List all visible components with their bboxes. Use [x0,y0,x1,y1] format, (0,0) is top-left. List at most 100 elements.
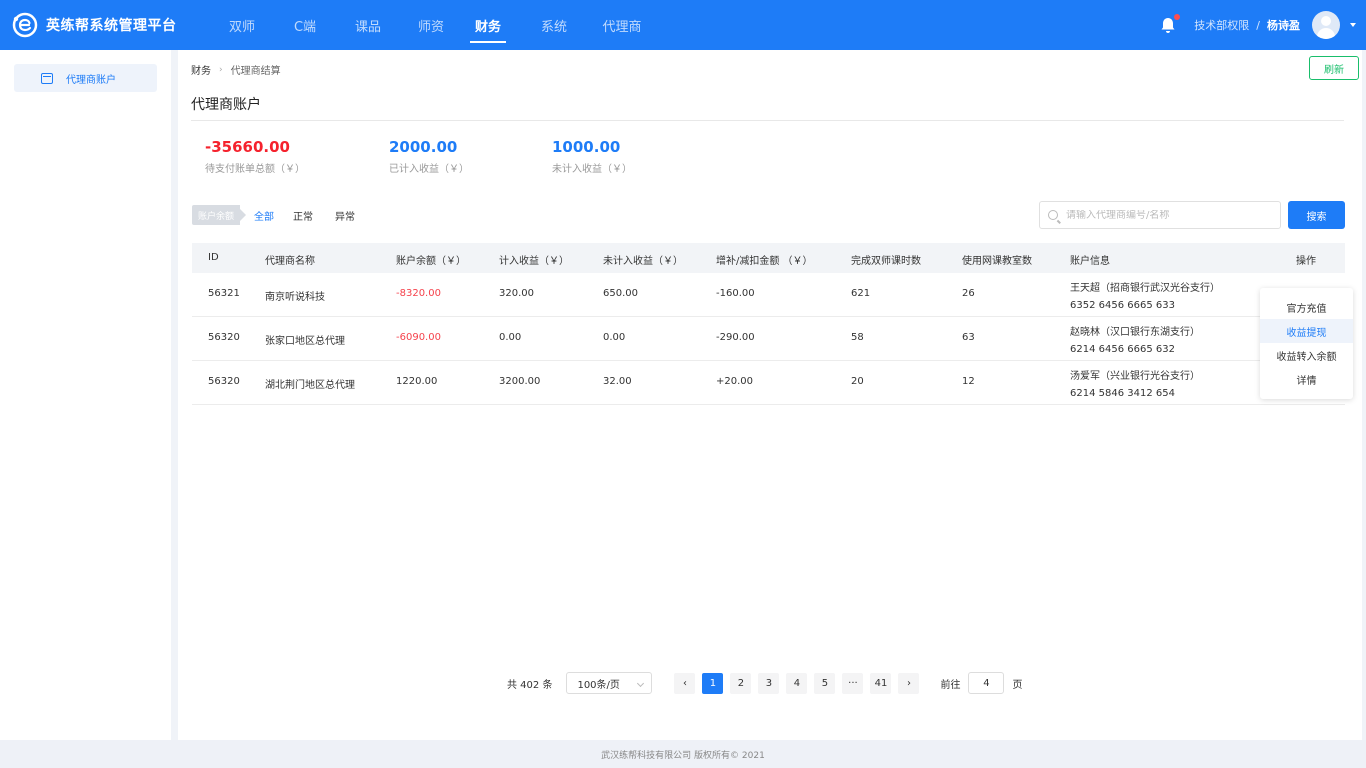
cell-hours: 621 [851,288,871,299]
nav-item-finance[interactable]: 财务 [468,0,508,50]
row-action-menu: 官方充值 收益提现 收益转入余额 详情 [1260,288,1353,399]
col-adjust: 增补/减扣金额 （￥） [716,256,813,267]
page-title: 代理商账户 [191,97,261,113]
avatar-head [1321,16,1331,26]
main-nav: 双师 C端 课品 师资 财务 系统 代理商 [216,0,646,50]
avatar-body [1317,28,1335,39]
avatar[interactable] [1312,11,1340,39]
nav-item-c-end[interactable]: C端 [279,0,331,50]
footer: 武汉练帮科技有限公司 版权所有© 2021 [0,740,1366,768]
stat-unrecorded-income: 1000.00 未计入收益（￥） [552,138,632,175]
cell-name: 张家口地区总代理 [265,336,345,347]
stat-label: 待支付账单总额（￥） [205,164,305,175]
cell-account-info: 赵晓林（汉口银行东湖支行） 6214 6456 6665 632 [1070,324,1200,358]
sidebar-item-agent-account[interactable]: 代理商账户 [14,64,157,92]
header-separator: / [1256,18,1260,32]
col-pending: 未计入收益（￥） [603,256,683,267]
account-holder: 王天超（招商银行武汉光谷支行） [1070,283,1220,294]
goto-page-input[interactable]: 4 [968,672,1005,694]
goto-label: 前往 [940,679,961,691]
nav-item-agents[interactable]: 代理商 [598,0,646,50]
filter-option-abnormal[interactable]: 异常 [335,208,355,223]
cell-adjust: -290.00 [716,332,755,343]
cell-id: 56320 [208,332,240,343]
pagination-total: 共 402 条 [507,679,553,691]
menu-item-official-recharge[interactable]: 官方充值 [1260,295,1353,319]
page-size-select[interactable]: 100条/页 [566,672,653,694]
title-divider [191,120,1344,121]
filter-tag: 账户余额 [192,205,247,225]
search-icon [1048,210,1058,220]
search-input[interactable] [1066,209,1276,221]
brand-logo-icon [12,12,38,38]
cell-rooms: 63 [962,332,975,343]
main-panel: 财务 › 代理商结算 刷新 代理商账户 -35660.00 待支付账单总额（￥）… [178,50,1362,740]
cell-pending: 0.00 [603,332,626,343]
stat-value: 2000.00 [389,138,458,156]
table-row: 56320 张家口地区总代理 -6090.00 0.00 0.00 -290.0… [192,317,1345,361]
cell-balance: -8320.00 [396,288,441,299]
col-hours: 完成双师课时数 [851,256,921,267]
sidebar-item-label: 代理商账户 [66,74,116,86]
refresh-button[interactable]: 刷新 [1309,56,1359,80]
nav-item-courses[interactable]: 课品 [342,0,394,50]
breadcrumb-current: 代理商结算 [230,66,281,77]
nav-item-dual-teacher[interactable]: 双师 [216,0,268,50]
search-box [1039,201,1281,229]
notification-bell-icon[interactable] [1158,14,1181,35]
search-button[interactable]: 搜索 [1288,201,1345,229]
account-holder: 汤爱军（兴业银行光谷支行） [1070,371,1200,382]
cell-hours: 58 [851,332,864,343]
col-name: 代理商名称 [265,256,315,267]
account-number: 6352 6456 6665 633 [1070,300,1175,311]
col-income: 计入收益（￥） [499,256,569,267]
col-account: 账户信息 [1070,256,1110,267]
user-name[interactable]: 杨诗盈 [1267,17,1300,33]
page-button-2[interactable]: 2 [730,672,752,694]
pagination: 共 402 条 100条/页 ‹ 1 2 3 4 5 ··· 41 › 前往 4… [507,672,1022,694]
notification-dot [1174,14,1181,20]
chevron-down-icon [637,679,645,688]
breadcrumb-separator-icon: › [219,64,223,75]
menu-item-income-to-balance[interactable]: 收益转入余额 [1260,343,1353,367]
next-page-button[interactable]: › [898,672,920,694]
page-button-3[interactable]: 3 [758,672,780,694]
stat-recorded-income: 2000.00 已计入收益（￥） [389,138,469,175]
account-holder: 赵晓林（汉口银行东湖支行） [1070,327,1200,338]
cell-income: 0.00 [499,332,522,343]
stat-label: 已计入收益（￥） [389,164,469,175]
chevron-down-icon[interactable] [1350,23,1356,27]
card-icon [41,72,53,84]
nav-item-teachers[interactable]: 师资 [405,0,457,50]
page-button-41[interactable]: 41 [870,672,892,694]
cell-name: 湖北荆门地区总代理 [265,380,355,391]
breadcrumb: 财务 › 代理商结算 [191,62,281,78]
page-ellipsis[interactable]: ··· [842,672,864,694]
prev-page-button[interactable]: ‹ [674,672,696,694]
breadcrumb-root[interactable]: 财务 [191,62,211,77]
col-id: ID [208,252,219,263]
cell-pending: 650.00 [603,288,638,299]
menu-item-withdraw-income[interactable]: 收益提现 [1260,319,1353,343]
menu-item-details[interactable]: 详情 [1260,367,1353,391]
permission-label[interactable]: 技术部权限 [1194,17,1249,33]
brand[interactable]: 英练帮系统管理平台 [0,12,200,38]
account-number: 6214 5846 3412 654 [1070,388,1175,399]
page-button-4[interactable]: 4 [786,672,808,694]
stat-value: -35660.00 [205,138,290,156]
page-button-1[interactable]: 1 [702,672,724,694]
nav-item-system[interactable]: 系统 [534,0,574,50]
stat-unpaid-total: -35660.00 待支付账单总额（￥） [205,138,305,175]
table-header: ID 代理商名称 账户余额（￥） 计入收益（￥） 未计入收益（￥） 增补/减扣金… [192,243,1345,273]
col-balance: 账户余额（￥） [396,256,466,267]
page-button-5[interactable]: 5 [814,672,836,694]
filter-option-normal[interactable]: 正常 [293,208,313,223]
cell-account-info: 汤爱军（兴业银行光谷支行） 6214 5846 3412 654 [1070,368,1200,402]
filter-option-all[interactable]: 全部 [254,208,274,223]
col-actions: 操作 [1296,256,1316,267]
cell-account-info: 王天超（招商银行武汉光谷支行） 6352 6456 6665 633 [1070,280,1220,314]
user-area: 技术部权限 / 杨诗盈 [1158,0,1356,50]
top-navbar: 英练帮系统管理平台 双师 C端 课品 师资 财务 系统 代理商 技术部权限 / … [0,0,1366,50]
col-rooms: 使用网课教室数 [962,256,1032,267]
cell-income: 320.00 [499,288,534,299]
